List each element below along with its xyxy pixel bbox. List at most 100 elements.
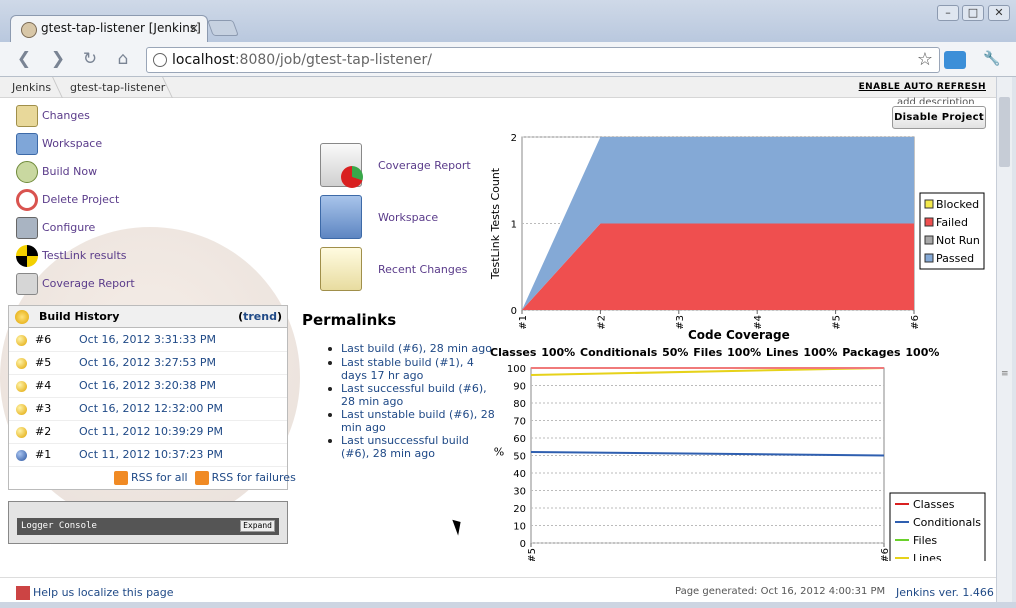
forward-button[interactable]: ❯ <box>46 48 70 72</box>
build-date-link[interactable]: Oct 16, 2012 3:20:38 PM <box>79 379 216 392</box>
build-row: #4 Oct 16, 2012 3:20:38 PM <box>9 375 287 398</box>
coverage-chart: 0 10 20 30 40 50 60 70 80 90 100 #5 #6% Classes Condit… <box>494 364 986 561</box>
clock-icon <box>16 161 38 183</box>
task-label[interactable]: TestLink results <box>42 249 127 262</box>
build-history-header: Build History (trend) <box>9 306 287 328</box>
y-tick-label: 0 <box>520 539 526 550</box>
workspace-folder-icon <box>320 195 362 239</box>
task-label[interactable]: Delete Project <box>42 193 119 206</box>
y-tick-label: 80 <box>513 399 526 410</box>
maximize-button[interactable]: □ <box>962 5 984 21</box>
task-label[interactable]: Build Now <box>42 165 97 178</box>
build-date-link[interactable]: Oct 16, 2012 3:31:33 PM <box>79 333 216 346</box>
logger-console-title: Logger Console <box>21 521 97 531</box>
build-number: #5 <box>35 356 52 369</box>
reload-button[interactable]: ↻ <box>78 48 102 72</box>
address-bar[interactable]: localhost:8080/job/gtest-tap-listener/ ☆ <box>146 47 940 73</box>
permalink-item: Last stable build (#1), 4 days 17 hr ago <box>318 356 496 382</box>
main-link-label[interactable]: Workspace <box>378 211 438 224</box>
permalink-link[interactable]: Last stable build (#1), 4 days 17 hr ago <box>341 356 474 382</box>
testlink-chart: 012#1 #2 #3 #4 #5 #6TestLink Tests Count Block… <box>489 133 985 330</box>
build-status-ball-icon <box>16 450 27 461</box>
build-number: #4 <box>35 379 52 392</box>
page-generated: Page generated: Oct 16, 2012 4:00:31 PM <box>675 586 886 597</box>
task-label[interactable]: Coverage Report <box>42 277 135 290</box>
expand-button[interactable]: Expand <box>240 520 275 532</box>
permalink-link[interactable]: Last unstable build (#6), 28 min ago <box>341 408 495 434</box>
rss-all-link[interactable]: RSS for all <box>131 471 188 484</box>
extension-icon[interactable] <box>944 51 966 69</box>
build-number: #6 <box>35 333 52 346</box>
legend-label: Passed <box>936 252 974 265</box>
build-date-link[interactable]: Oct 16, 2012 12:32:00 PM <box>79 402 223 415</box>
jenkins-version-link[interactable]: Jenkins ver. 1.466 <box>896 586 994 599</box>
permalink-link[interactable]: Last unsuccessful build (#6), 28 min ago <box>341 434 469 460</box>
coverage-report-icon <box>320 143 363 188</box>
rss-links: RSS for all RSS for failures <box>114 471 296 485</box>
back-button[interactable]: ❮ <box>12 48 36 72</box>
localize-link[interactable]: Help us localize this page <box>33 586 174 599</box>
build-date-link[interactable]: Oct 11, 2012 10:37:23 PM <box>79 448 223 461</box>
main-link-label[interactable]: Recent Changes <box>378 263 467 276</box>
build-number: #1 <box>35 448 52 461</box>
main-link-label[interactable]: Coverage Report <box>378 159 471 172</box>
vertical-scrollbar[interactable]: ≡ <box>996 77 1012 602</box>
folder-icon <box>16 133 38 155</box>
globe-icon <box>153 53 167 67</box>
breadcrumb-job[interactable]: gtest-tap-listener <box>70 81 165 94</box>
legend-label: Conditionals <box>913 516 981 529</box>
rss-icon <box>194 471 209 485</box>
minimize-button[interactable]: – <box>937 5 959 21</box>
y-tick-label: 2 <box>511 133 517 144</box>
legend-label: Blocked <box>936 198 979 211</box>
bookmark-star-icon[interactable]: ☆ <box>917 49 933 70</box>
home-button[interactable]: ⌂ <box>111 48 135 72</box>
legend-swatch <box>924 235 934 245</box>
build-date-link[interactable]: Oct 16, 2012 3:27:53 PM <box>79 356 216 369</box>
y-tick-label: 10 <box>513 522 526 533</box>
task-label[interactable]: Changes <box>42 109 90 122</box>
browser-tab[interactable]: gtest-tap-listener [Jenkins] × <box>10 15 208 43</box>
paren: ) <box>276 310 282 323</box>
tab-close-icon[interactable]: × <box>189 21 199 35</box>
close-window-button[interactable]: ✕ <box>988 5 1010 21</box>
legend-label: Classes <box>913 498 955 511</box>
x-tick-label: #6 <box>910 315 921 330</box>
browser-toolbar: ❮ ❯ ↻ ⌂ localhost:8080/job/gtest-tap-lis… <box>0 42 1016 77</box>
rss-failures-link[interactable]: RSS for failures <box>212 471 296 484</box>
window-bottom-edge <box>0 602 1016 608</box>
permalink-link[interactable]: Last successful build (#6), 28 min ago <box>341 382 487 408</box>
y-tick-label: 90 <box>513 382 526 393</box>
localize-icon <box>16 586 30 600</box>
footer: Help us localize this page Page generate… <box>0 577 996 602</box>
jenkins-favicon-icon <box>21 22 37 38</box>
build-row: #1 Oct 11, 2012 10:37:23 PM <box>9 444 287 467</box>
logger-console-bar: Logger Console Expand <box>17 518 279 535</box>
coverage-icon <box>16 273 38 295</box>
build-status-ball-icon <box>16 335 27 346</box>
x-tick-label: #3 <box>675 315 686 330</box>
recent-changes-icon <box>320 247 362 291</box>
trend-link[interactable]: trend <box>243 310 277 323</box>
build-date-link[interactable]: Oct 11, 2012 10:39:29 PM <box>79 425 223 438</box>
build-number: #3 <box>35 402 52 415</box>
no-entry-icon <box>16 189 38 211</box>
add-description-link[interactable]: add description <box>897 97 987 104</box>
scrollbar-thumb[interactable] <box>999 97 1010 167</box>
testlink-icon <box>16 245 38 267</box>
task-label[interactable]: Configure <box>42 221 95 234</box>
legend-label: Lines <box>913 552 942 561</box>
notepad-icon <box>16 105 38 127</box>
x-tick-label: #1 <box>518 315 529 330</box>
build-history-panel: Build History (trend) #6 Oct 16, 2012 3:… <box>8 305 296 490</box>
wrench-menu-icon[interactable]: 🔧 <box>980 48 1004 72</box>
y-tick-label: 60 <box>513 434 526 445</box>
enable-auto-refresh-link[interactable]: ENABLE AUTO REFRESH <box>859 82 986 92</box>
permalink-link[interactable]: Last build (#6), 28 min ago <box>341 342 492 355</box>
permalinks-title: Permalinks <box>302 311 397 329</box>
new-tab-button[interactable] <box>207 20 239 36</box>
build-row: #3 Oct 16, 2012 12:32:00 PM <box>9 398 287 421</box>
trend-link-wrapper: (trend) <box>238 310 282 323</box>
task-label[interactable]: Workspace <box>42 137 102 150</box>
url-path: :8080/job/gtest-tap-listener/ <box>234 52 432 68</box>
